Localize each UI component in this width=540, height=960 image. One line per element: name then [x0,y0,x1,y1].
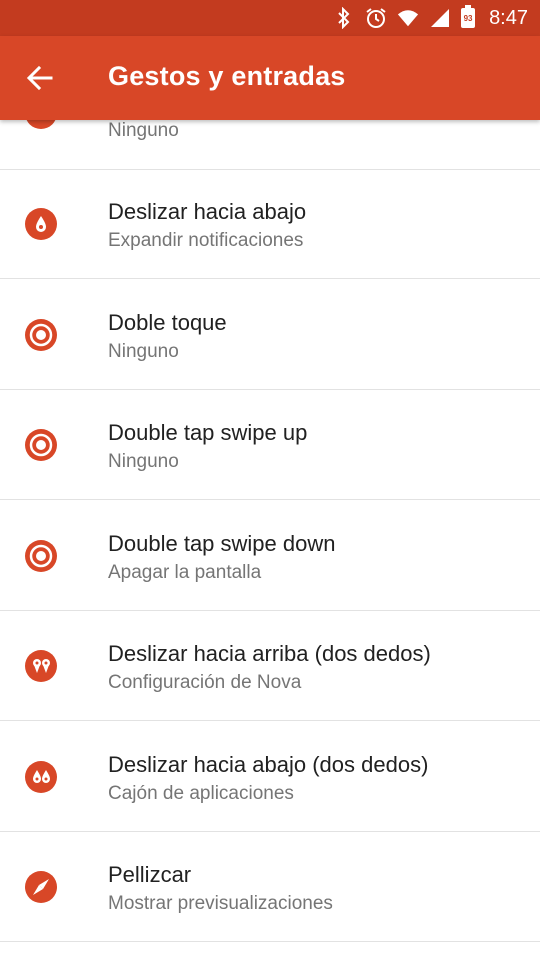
item-title: Deslizar hacia arriba (dos dedos) [108,641,431,666]
list-item-double-tap[interactable]: Doble toque Ninguno [0,280,540,390]
bluetooth-icon [333,7,355,29]
list-item-two-finger-swipe-up[interactable]: Deslizar hacia arriba (dos dedos) Config… [0,611,540,721]
item-subtitle: Ninguno [108,341,179,362]
item-subtitle: Mostrar previsualizaciones [108,893,333,914]
battery-icon: 93 [461,5,476,28]
signal-icon [429,7,451,29]
list-item-double-tap-swipe-up[interactable]: Double tap swipe up Ninguno [0,390,540,500]
app-bar: Gestos y entradas [0,36,540,120]
list-item-two-finger-swipe-down[interactable]: Deslizar hacia abajo (dos dedos) Cajón d… [0,722,540,832]
item-subtitle: Ninguno [108,451,179,472]
list-item-pinch[interactable]: Pellizcar Mostrar previsualizaciones [0,832,540,942]
list-item[interactable]: Ninguno [0,120,540,170]
item-title: Deslizar hacia abajo (dos dedos) [108,752,429,777]
list-item-double-tap-swipe-down[interactable]: Double tap swipe down Apagar la pantalla [0,501,540,611]
swipe-down-icon [25,208,57,240]
gesture-icon [25,120,57,129]
double-tap-icon [25,319,57,351]
item-subtitle: Expandir notificaciones [108,230,304,251]
item-title: Deslizar hacia abajo [108,199,307,224]
item-subtitle: Ninguno [108,120,179,141]
wifi-icon [397,7,419,29]
two-finger-swipe-down-icon [25,761,57,793]
list-item-swipe-down[interactable]: Deslizar hacia abajo Expandir notificaci… [0,169,540,279]
arrow-back-icon [26,65,53,91]
back-button[interactable] [24,62,56,94]
gestures-list[interactable]: Ninguno Deslizar hacia abajo Expandir no… [0,120,540,960]
item-subtitle: Configuración de Nova [108,672,302,693]
pinch-icon [25,871,57,903]
item-subtitle: Apagar la pantalla [108,562,262,583]
battery-level: 93 [463,13,473,23]
two-finger-swipe-up-icon [25,650,57,682]
status-time: 8:47 [489,6,528,29]
item-title: Doble toque [108,310,227,335]
double-tap-icon [25,540,57,572]
item-title: Double tap swipe up [108,420,308,445]
status-bar: 93 8:47 [0,0,540,36]
item-subtitle: Cajón de aplicaciones [108,783,294,804]
page-title: Gestos y entradas [108,61,346,91]
item-title: Pellizcar [108,862,192,887]
item-title: Double tap swipe down [108,531,336,556]
double-tap-icon [25,429,57,461]
alarm-icon [365,7,387,29]
